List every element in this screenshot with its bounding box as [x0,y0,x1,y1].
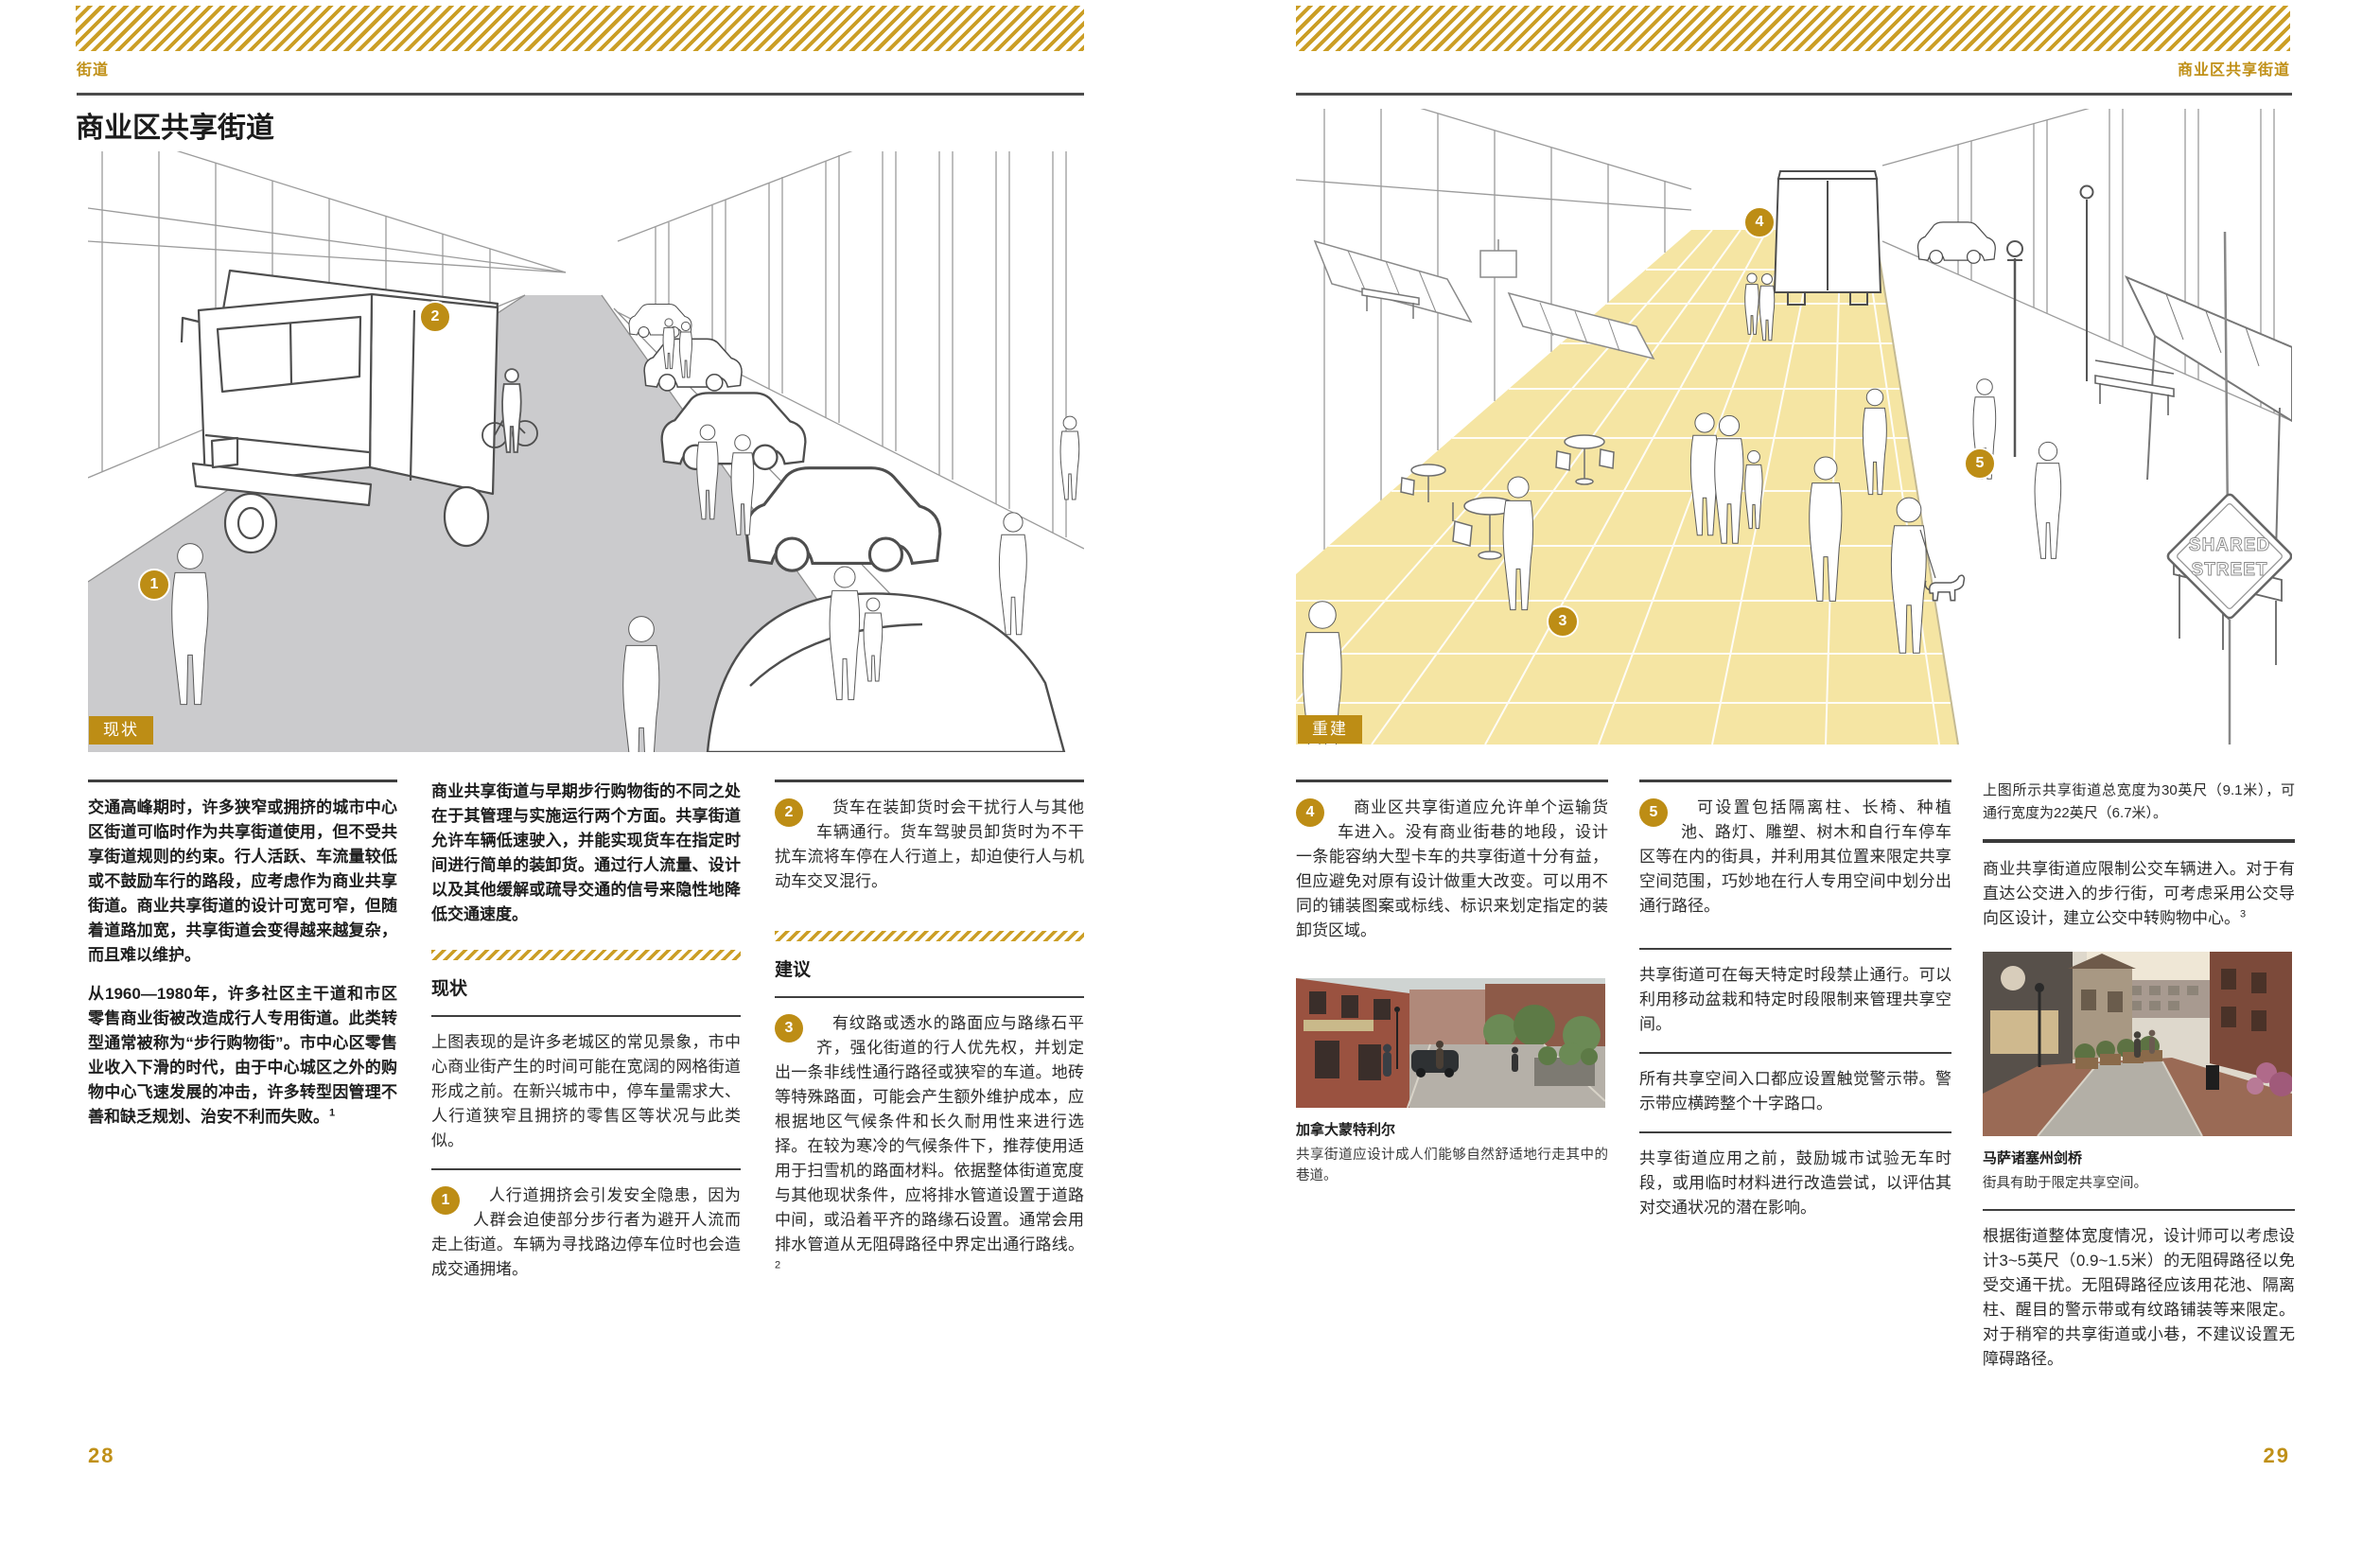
column-loading: 4 商业区共享街道应允许单个运输货车进入。没有商业街巷的地段，设计一条能容纳大型… [1296,780,1608,1200]
footnote-ref-1: 1 [329,1107,335,1118]
redesign-illustration: SHARED STREET 3 4 5 重建 [1296,109,2292,745]
street-scene-drawing [88,151,1084,752]
numbered-item-2: 2 货车在装卸货时会干扰行人与其他车辆通行。货车驾驶员卸货时为不干扰车流将车停在… [775,796,1084,908]
separator [1639,1131,1951,1133]
section-kicker: 街道 [77,57,109,79]
heading-recommendations: 建议 [775,955,1084,981]
figure-state-label: 重建 [1298,715,1362,744]
item-number-badge: 1 [431,1186,460,1215]
shared-street-sign-line2: STREET [2192,560,2268,580]
callout-marker-3: 3 [1547,605,1579,638]
page-title: 商业区共享街道 [76,104,274,146]
photo-caption-text: 共享街道应设计成人们能够自然舒适地行走其中的巷道。 [1296,1145,1608,1186]
photo-montreal-figure: 加拿大蒙特利尔 共享街道应设计成人们能够自然舒适地行走其中的巷道。 [1296,978,1608,1186]
item-3-text: 有纹路或透水的路面应与路缘石平齐，强化街道的行人优先权，并划定出一条非线性通行路… [775,1011,1084,1282]
hatch-divider [775,931,1084,941]
numbered-item-3: 3 有纹路或透水的路面应与路缘石平齐，强化街道的行人优先权，并划定出一条非线性通… [775,1011,1084,1296]
photo-caption-text: 街具有助于限定共享空间。 [1983,1173,2295,1194]
header-rule [1296,93,2292,96]
heading-existing: 现状 [431,974,741,1000]
separator-thick [1983,839,2295,843]
numbered-item-4: 4 商业区共享街道应允许单个运输货车进入。没有商业街巷的地段，设计一条能容纳大型… [1296,796,1608,957]
shared-street-scene-drawing: SHARED STREET [1296,109,2292,745]
separator [431,1015,741,1017]
separator [1639,948,1951,950]
separator [1639,1052,1951,1054]
item-2-text: 货车在装卸货时会干扰行人与其他车辆通行。货车驾驶员卸货时为不干扰车流将车停在人行… [775,796,1084,894]
intro-paragraph-1: 交通高峰期时，许多狭窄或拥挤的城市中心区街道可临时作为共享街道使用，但不受共享街… [88,796,397,968]
hatch-bar [1296,6,2290,51]
tactile-warning-paragraph: 所有共享空间入口都应设置触觉警示带。警示带应横跨整个十字路口。 [1639,1067,1951,1116]
figure-state-label: 现状 [89,716,153,745]
section-kicker: 商业区共享街道 [2178,57,2290,79]
page-number-right: 29 [2264,1444,2290,1468]
callout-marker-5: 5 [1964,447,1996,480]
closure-paragraph: 共享街道可在每天特定时段禁止通行。可以利用移动盆栽和特定时段限制来管理共享空间。 [1639,963,1951,1037]
shared-street-sign-line1: SHARED [2189,535,2270,555]
intro-paragraph-2: 从1960—1980年，许多社区主干道和市区零售商业街被改造成行人专用街道。此类… [88,982,397,1130]
item-1-text: 人行道拥挤会引发安全隐患，因为人群会迫使部分步行者为避开人流而走上街道。车辆为寻… [431,1183,741,1282]
column-rule [1296,780,1608,782]
transit-paragraph: 商业共享街道应限制公交车辆进入。对于有直达公交进入的步行街，可考虑采用公交导向区… [1983,857,2295,931]
separator [431,1168,741,1170]
transit-paragraph-text: 商业共享街道应限制公交车辆进入。对于有直达公交进入的步行街，可考虑采用公交导向区… [1983,860,2295,927]
item-number-badge: 2 [775,798,803,827]
column-furnishings: 5 可设置包括隔离柱、长椅、种植池、路灯、雕塑、树木和自行车停车区等在内的街具，… [1639,780,1951,1235]
numbered-item-5: 5 可设置包括隔离柱、长椅、种植池、路灯、雕塑、树木和自行车停车区等在内的街具，… [1639,796,1951,933]
footnote-ref-3: 3 [2240,908,2246,920]
cambridge-photo [1983,952,2292,1136]
page-number-left: 28 [88,1444,114,1468]
photo-cambridge-figure: 马萨诸塞州剑桥 街具有助于限定共享空间。 [1983,952,2295,1194]
book-spread: 街道 商业区共享街道 [0,0,2380,1542]
item-3-body: 有纹路或透水的路面应与路缘石平齐，强化街道的行人优先权，并划定出一条非线性通行路… [775,1014,1084,1253]
photo-caption-title: 马萨诸塞州剑桥 [1983,1148,2295,1167]
item-4-text: 商业区共享街道应允许单个运输货车进入。没有商业街巷的地段，设计一条能容纳大型卡车… [1296,796,1608,943]
column-recommendations: 2 货车在装卸货时会干扰行人与其他车辆通行。货车驾驶员卸货时为不干扰车流将车停在… [775,780,1084,1296]
column-existing: 商业共享街道与早期步行购物街的不同之处在于其管理与实施运行两个方面。共享街道允许… [431,780,741,1296]
pilot-paragraph: 共享街道应用之前，鼓励城市试验无车时段，或用临时材料进行改造尝试，以评估其对交通… [1639,1147,1951,1220]
column-rule [775,780,1084,782]
item-number-badge: 3 [775,1014,803,1043]
footnote-ref-2: 2 [775,1259,780,1270]
shared-street-intro: 商业共享街道与早期步行购物街的不同之处在于其管理与实施运行两个方面。共享街道允许… [431,780,741,927]
callout-marker-4: 4 [1743,206,1776,238]
separator [775,996,1084,998]
column-dimensions: 上图所示共享街道总宽度为30英尺（9.1米），可通行宽度为22英尺（6.7米）。… [1983,780,2295,1386]
callout-marker-2: 2 [419,301,451,333]
intro-paragraph-2-text: 从1960—1980年，许多社区主干道和市区零售商业街被改造成行人专用街道。此类… [88,985,397,1126]
callout-marker-1: 1 [138,569,170,601]
page-left: 街道 商业区共享街道 [0,0,1190,1542]
hatch-divider [431,950,741,960]
figure-note: 上图所示共享街道总宽度为30英尺（9.1米），可通行宽度为22英尺（6.7米）。 [1983,780,2295,825]
column-intro: 交通高峰期时，许多狭窄或拥挤的城市中心区街道可临时作为共享街道使用，但不受共享街… [88,780,397,1144]
clear-path-paragraph: 根据街道整体宽度情况，设计师可以考虑设计3~5英尺（0.9~1.5米）的无阻碍路… [1983,1224,2295,1372]
montreal-photo [1296,978,1605,1108]
hatch-bar [76,6,1084,51]
column-rule [1639,780,1951,782]
photo-caption-title: 加拿大蒙特利尔 [1296,1119,1608,1139]
numbered-item-1: 1 人行道拥挤会引发安全隐患，因为人群会迫使部分步行者为避开人流而走上街道。车辆… [431,1183,741,1296]
column-rule [88,780,397,782]
item-number-badge: 5 [1639,798,1668,827]
separator [1983,1209,2295,1211]
existing-conditions-illustration: 1 2 现状 [88,151,1084,752]
page-right: 商业区共享街道 [1190,0,2380,1542]
existing-paragraph: 上图表现的是许多老城区的常见景象，市中心商业街产生的时间可能在宽阔的网格街道形成… [431,1030,741,1153]
item-5-text: 可设置包括隔离柱、长椅、种植池、路灯、雕塑、树木和自行车停车区等在内的街具，并利… [1639,796,1951,919]
item-number-badge: 4 [1296,798,1324,827]
header-rule [77,93,1084,96]
